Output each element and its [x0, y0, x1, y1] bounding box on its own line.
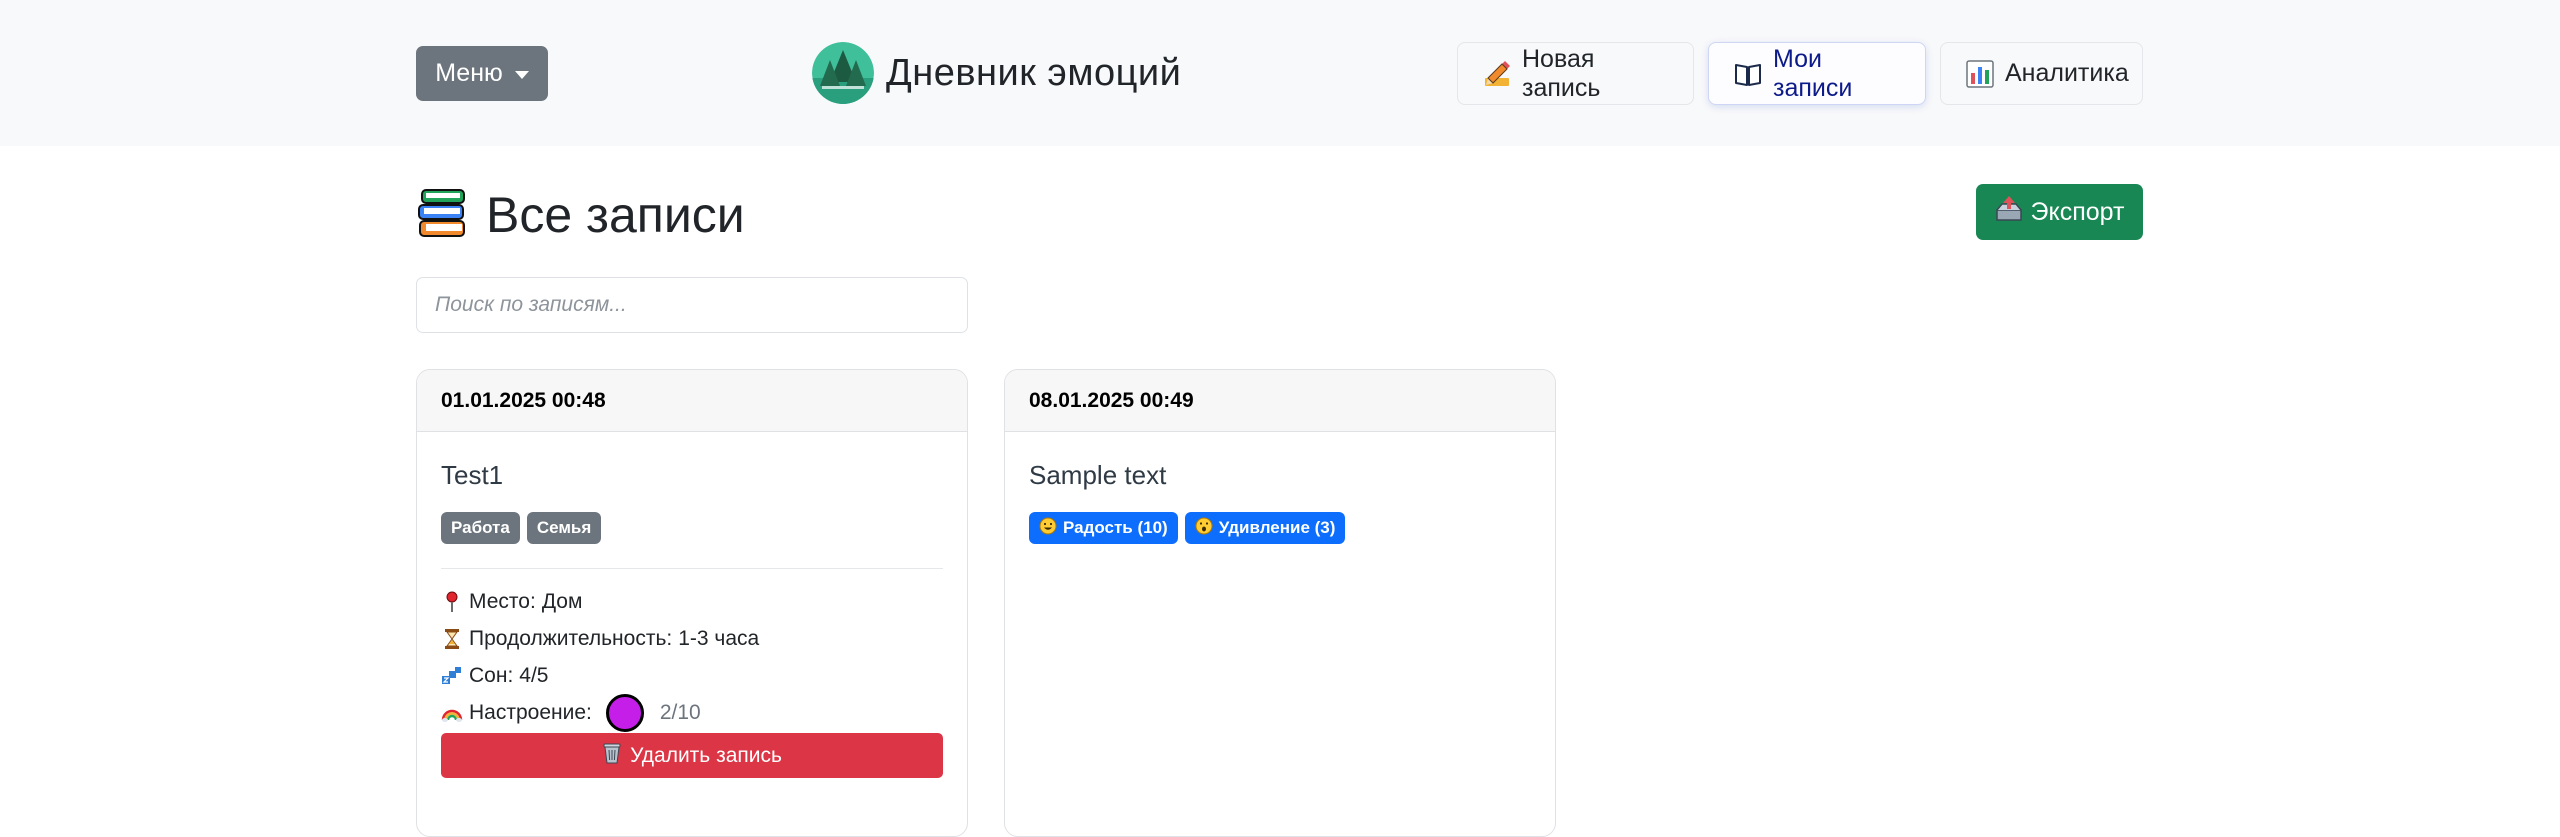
top-navbar: Меню Дневник эмоций Новая запись Мои зап… [0, 0, 2560, 146]
emotion-badge: Удивление (3) [1184, 512, 1346, 544]
divider [441, 568, 943, 569]
nav-my-entries-label: Мои записи [1773, 44, 1853, 102]
book-icon [1733, 59, 1763, 89]
mood-row: Настроение: 2/10 [441, 693, 943, 732]
tag-list: Работа Семья [441, 512, 943, 544]
tag-badge: Семья [526, 512, 602, 544]
pin-icon [441, 591, 463, 613]
export-button[interactable]: Экспорт [1976, 184, 2143, 240]
bar-chart-icon [1965, 59, 1995, 89]
entry-date: 01.01.2025 00:48 [417, 370, 967, 432]
emotion-label: Радость (10) [1063, 518, 1168, 537]
hourglass-icon [441, 628, 463, 650]
nav-analytics-button[interactable]: Аналитика [1940, 42, 2143, 105]
caret-down-icon [514, 70, 529, 79]
sleep-value: 4/5 [519, 663, 549, 687]
surprised-emoji-icon [1195, 517, 1213, 540]
brand[interactable]: Дневник эмоций [812, 42, 1181, 104]
export-label: Экспорт [2030, 197, 2125, 226]
place-value: Дом [541, 589, 583, 613]
delete-entry-label: Удалить запись [630, 743, 782, 767]
mood-value: 2/10 [659, 700, 701, 724]
menu-dropdown-button[interactable]: Меню [416, 46, 548, 101]
books-icon [416, 186, 470, 245]
tag-badge: Работа [441, 512, 520, 544]
page-title: Все записи [416, 183, 745, 247]
emotion-badge: Радость (10) [1029, 512, 1178, 544]
sleep-row: Сон: 4/5 [441, 657, 943, 694]
nav-analytics-label: Аналитика [2005, 59, 2129, 87]
mood-label: Настроение: [469, 700, 592, 724]
zzz-icon [441, 665, 463, 687]
menu-label: Меню [435, 59, 503, 87]
duration-value: 1-3 часа [678, 626, 760, 650]
entry-text: Test1 [441, 460, 504, 490]
nav-new-entry-button[interactable]: Новая запись [1457, 42, 1694, 105]
brand-title: Дневник эмоций [886, 51, 1182, 94]
entry-card: 08.01.2025 00:49 Sample text Радость (10… [1004, 369, 1556, 837]
search-input[interactable] [416, 277, 968, 333]
duration-label: Продолжительность: [469, 626, 673, 650]
place-row: Место: Дом [441, 583, 943, 620]
nav-my-entries-button[interactable]: Мои записи [1708, 42, 1926, 105]
place-label: Место: [469, 589, 536, 613]
entry-details: Место: Дом Продолжительность: 1-3 часа С… [441, 583, 943, 732]
mood-color-indicator [605, 693, 644, 732]
nav-new-entry-label: Новая запись [1522, 44, 1601, 102]
outbox-tray-icon [1995, 195, 2023, 229]
page-title-text: Все записи [486, 187, 745, 243]
entry-text: Sample text [1029, 460, 1167, 490]
smile-emoji-icon [1039, 517, 1057, 540]
emotion-label: Удивление (3) [1218, 518, 1336, 537]
trash-icon [602, 742, 622, 770]
pencil-icon [1482, 59, 1512, 89]
delete-entry-button[interactable]: Удалить запись [441, 733, 943, 778]
entry-card: 01.01.2025 00:48 Test1 Работа Семья Мест… [416, 369, 968, 837]
sleep-label: Сон: [469, 663, 514, 687]
duration-row: Продолжительность: 1-3 часа [441, 620, 943, 657]
entry-date: 08.01.2025 00:49 [1005, 370, 1555, 432]
emotion-list: Радость (10) Удивление (3) [1029, 512, 1531, 544]
rainbow-icon [441, 702, 463, 724]
forest-logo-icon [812, 42, 874, 104]
